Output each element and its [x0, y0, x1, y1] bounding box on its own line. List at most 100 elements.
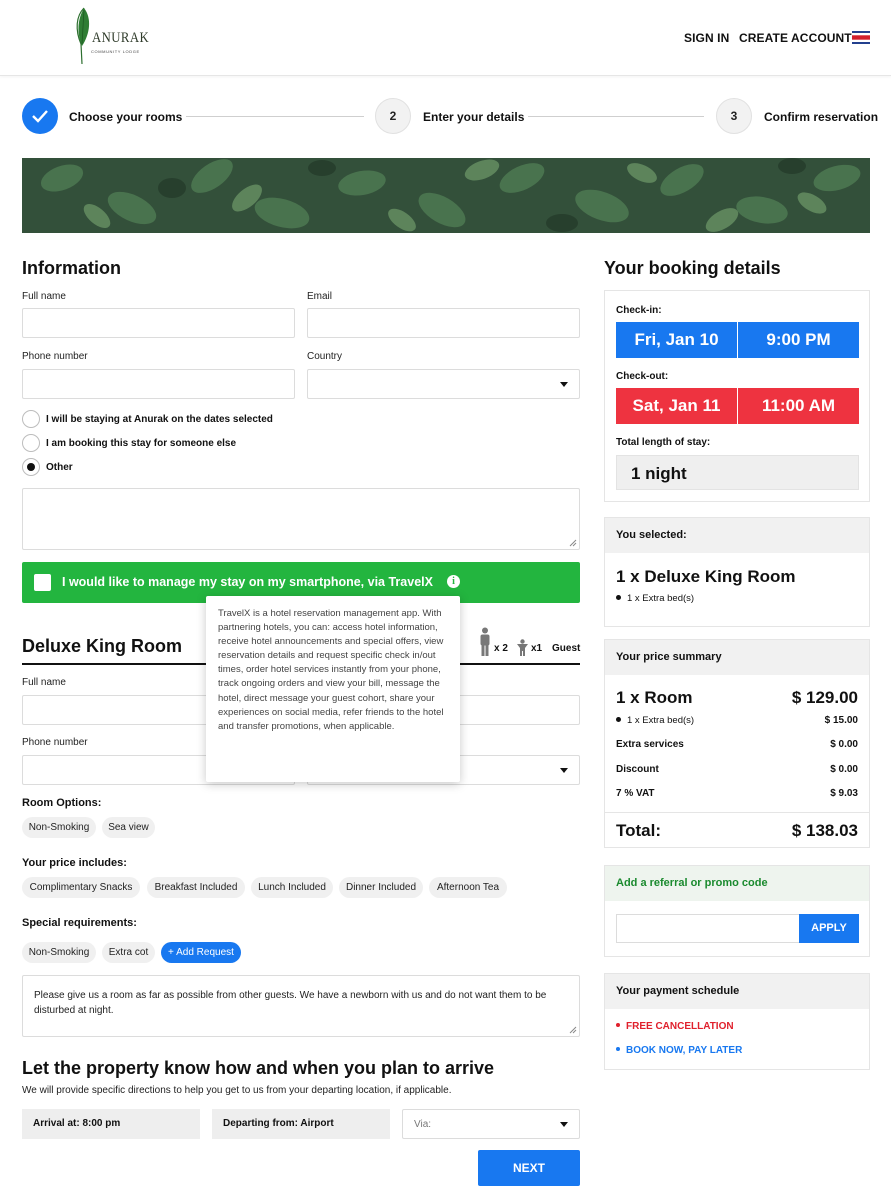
special-requirement-chip[interactable]: Non-Smoking [22, 942, 96, 963]
stay-length-value: 1 night [616, 455, 859, 490]
resize-grip-icon[interactable] [569, 1026, 577, 1034]
bullet-icon [616, 1047, 620, 1052]
vat-label: 7 % VAT [616, 788, 655, 799]
booking-details-title: Your booking details [604, 258, 781, 278]
step-3-number[interactable]: 3 [716, 98, 752, 134]
price-summary-panel: Your price summary 1 x Room $ 129.00 1 x… [604, 639, 870, 848]
free-cancellation-row: FREE CANCELLATION [616, 1021, 734, 1032]
payment-schedule-head: Your payment schedule [605, 974, 869, 1009]
guest-label: Guest [552, 643, 581, 654]
special-requirement-chip[interactable]: Extra cot [102, 942, 155, 963]
info-icon[interactable]: i [447, 575, 460, 588]
special-request-text: Please give us a room as far as possible… [34, 990, 547, 1016]
logo-subtitle: COMMUNITY LODGE [91, 49, 140, 54]
departing-from-field[interactable]: Departing from: Airport [212, 1109, 390, 1139]
full-name-label: Full name [22, 291, 66, 302]
total-value: $ 138.03 [791, 821, 858, 840]
travelx-tooltip: TravelX is a hotel reservation managemen… [206, 596, 460, 782]
radio-staying-self-label: I will be staying at Anurak on the dates… [46, 414, 273, 425]
price-include-chip[interactable]: Complimentary Snacks [22, 877, 140, 898]
promo-code-input[interactable] [616, 914, 800, 943]
pay-later-row: BOOK NOW, PAY LATER [616, 1045, 742, 1056]
create-account-link[interactable]: CREATE ACCOUNT [739, 31, 852, 45]
selected-room-panel: You selected: 1 x Deluxe King Room 1 x E… [604, 517, 870, 627]
price-include-chip[interactable]: Afternoon Tea [429, 877, 507, 898]
booking-dates-panel: Check-in: Fri, Jan 10 9:00 PM Check-out:… [604, 290, 870, 502]
room-options-label: Room Options: [22, 797, 102, 809]
adult-person-icon [480, 627, 490, 656]
checkin-date[interactable]: Fri, Jan 10 [616, 322, 737, 358]
add-request-button[interactable]: + Add Request [161, 942, 241, 963]
price-include-chip[interactable]: Dinner Included [339, 877, 423, 898]
step-1-check-icon[interactable] [22, 98, 58, 134]
foliage-banner-image [22, 158, 870, 233]
information-title: Information [22, 258, 121, 278]
special-request-textarea[interactable]: Please give us a room as far as possible… [22, 975, 580, 1037]
radio-booking-for-other-label: I am booking this stay for someone else [46, 438, 237, 449]
email-label: Email [307, 291, 333, 302]
discount-label: Discount [616, 764, 659, 775]
radio-staying-self[interactable] [22, 410, 40, 428]
discount-value: $ 0.00 [830, 764, 858, 775]
phone-field[interactable] [22, 369, 295, 399]
via-placeholder: Via: [414, 1119, 432, 1130]
special-requirements-label: Special requirements: [22, 917, 137, 929]
price-includes-label: Your price includes: [22, 857, 127, 869]
chevron-down-icon [560, 768, 568, 773]
checkout-label: Check-out: [616, 371, 669, 382]
phone-label: Phone number [22, 351, 88, 362]
country-select[interactable] [307, 369, 580, 399]
child-person-icon [517, 639, 528, 656]
free-cancellation-label: FREE CANCELLATION [626, 1021, 734, 1032]
top-bar: ANURAK COMMUNITY LODGE SIGN IN CREATE AC… [0, 0, 891, 76]
promo-panel: Add a referral or promo code APPLY [604, 865, 870, 957]
full-name-field[interactable] [22, 308, 295, 338]
room-option-chip[interactable]: Sea view [102, 817, 155, 838]
step-2-label: Enter your details [423, 110, 525, 124]
extra-bed-price: $ 15.00 [824, 715, 858, 726]
step-divider [528, 116, 704, 117]
payment-schedule-panel: Your payment schedule FREE CANCELLATION … [604, 973, 870, 1070]
room-line-label: 1 x Room [616, 688, 693, 707]
radio-booking-for-other[interactable] [22, 434, 40, 452]
chevron-down-icon [560, 1122, 568, 1127]
other-details-textarea[interactable] [22, 488, 580, 550]
step-3-label: Confirm reservation [764, 110, 879, 124]
stay-length-label: Total length of stay: [616, 437, 711, 448]
selected-extra-row: 1 x Extra bed(s) [616, 593, 694, 604]
arrival-time-field[interactable]: Arrival at: 8:00 pm [22, 1109, 200, 1139]
room-phone-label: Phone number [22, 737, 88, 748]
room-line-price: $ 129.00 [791, 688, 858, 707]
step-2-number[interactable]: 2 [375, 98, 411, 134]
via-select[interactable]: Via: [402, 1109, 580, 1139]
room-full-name-label: Full name [22, 677, 66, 688]
step-divider [186, 116, 364, 117]
price-include-chip[interactable]: Lunch Included [251, 877, 333, 898]
apply-button[interactable]: APPLY [799, 914, 859, 943]
checkin-time[interactable]: 9:00 PM [738, 322, 859, 358]
resize-grip-icon[interactable] [569, 539, 577, 547]
bullet-icon [616, 1023, 620, 1028]
radio-other[interactable] [22, 458, 40, 476]
checkout-date[interactable]: Sat, Jan 11 [616, 388, 737, 424]
email-field[interactable] [307, 308, 580, 338]
travelx-label: I would like to manage my stay on my sma… [62, 575, 433, 589]
price-include-chip[interactable]: Breakfast Included [147, 877, 245, 898]
checkout-time[interactable]: 11:00 AM [738, 388, 859, 424]
extra-bed-label: 1 x Extra bed(s) [627, 715, 695, 726]
extra-bed-row: 1 x Extra bed(s) [616, 715, 694, 726]
room-title: Deluxe King Room [22, 636, 183, 656]
room-option-chip[interactable]: Non-Smoking [22, 817, 96, 838]
logo-name: ANURAK [92, 30, 150, 46]
language-flag-icon[interactable] [852, 31, 870, 44]
sign-in-link[interactable]: SIGN IN [684, 31, 729, 45]
travelx-checkbox[interactable] [34, 574, 51, 591]
radio-other-label: Other [46, 462, 73, 473]
price-summary-head: Your price summary [605, 640, 869, 675]
next-button[interactable]: NEXT [478, 1150, 580, 1186]
checkin-label: Check-in: [616, 305, 662, 316]
selected-extra: 1 x Extra bed(s) [627, 593, 695, 604]
total-label: Total: [616, 821, 662, 840]
country-label: Country [307, 351, 343, 362]
bullet-icon [616, 594, 621, 600]
